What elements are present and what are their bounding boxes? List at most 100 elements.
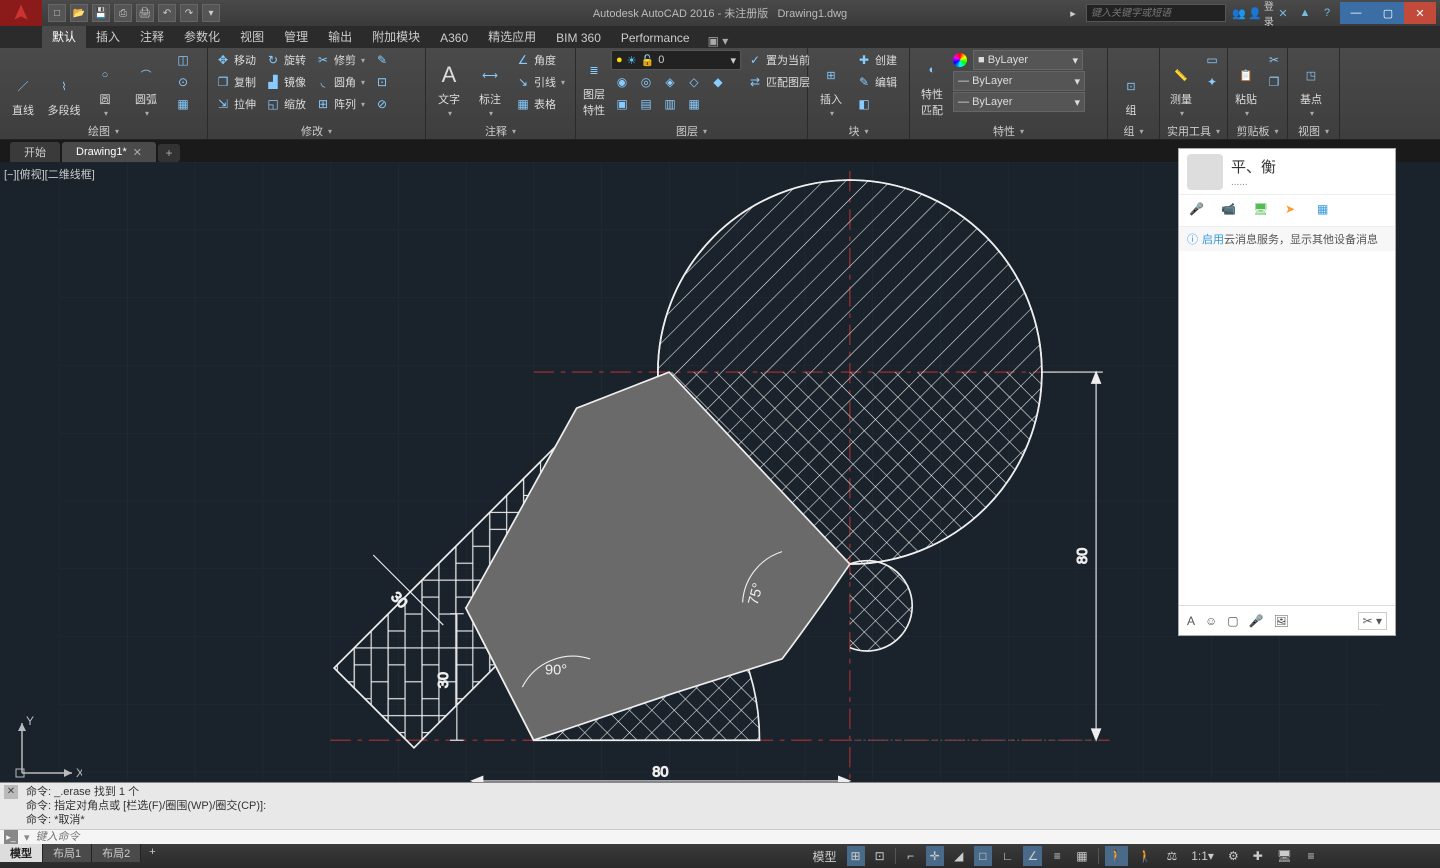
cmd-prompt-icon[interactable]: ▸_ <box>4 830 18 844</box>
layer-tool-9[interactable]: ▦ <box>683 94 705 114</box>
layer-tool-6[interactable]: ▣ <box>611 94 633 114</box>
gif-icon[interactable]: ▢ <box>1227 614 1238 628</box>
layer-tool-2[interactable]: ◎ <box>635 72 657 92</box>
panel-title-utils[interactable]: 实用工具▾ <box>1164 123 1223 139</box>
line-button[interactable]: ／直线 <box>4 50 42 118</box>
layout-tab-model[interactable]: 模型 <box>0 844 43 862</box>
qq-info-bar[interactable]: ⓘ 启用云消息服务，显示其他设备消息 <box>1179 227 1395 251</box>
status-monitor-icon[interactable]: 🖥 <box>1273 846 1296 866</box>
ribbon-tab-featured[interactable]: 精选应用 <box>478 25 546 48</box>
cmd-chevron-icon[interactable]: ▾ <box>24 831 30 844</box>
qq-chat-panel[interactable]: 平、衡 ...... 🎤 📹 🖥 ➤ ▦ ⓘ 启用云消息服务，显示其他设备消息 … <box>1178 148 1396 636</box>
qq-message-area[interactable] <box>1179 251 1395 605</box>
app-menu-button[interactable] <box>0 0 42 26</box>
layout-tab-2[interactable]: 布局2 <box>92 844 141 862</box>
table-button[interactable]: ▦表格 <box>512 94 568 114</box>
voice-icon[interactable]: 🎤 <box>1249 614 1264 628</box>
panel-title-clip[interactable]: 剪贴板▾ <box>1232 123 1283 139</box>
file-tab-drawing1[interactable]: Drawing1*✕ <box>62 142 156 162</box>
cmd-close-icon[interactable]: ✕ <box>4 785 18 799</box>
draw-flyout2[interactable]: ⊙ <box>172 72 194 92</box>
modify-extra1[interactable]: ✎ <box>371 50 393 70</box>
draw-flyout3[interactable]: ▦ <box>172 94 194 114</box>
status-3dosnap-icon[interactable]: ∟ <box>998 846 1018 866</box>
qat-save-icon[interactable]: 💾 <box>92 4 110 22</box>
layout-tab-1[interactable]: 布局1 <box>43 844 92 862</box>
dimangular-button[interactable]: ∠角度 <box>512 50 568 70</box>
util-1[interactable]: ▭ <box>1201 50 1223 70</box>
draw-flyout1[interactable]: ◫ <box>172 50 194 70</box>
exchange-icon[interactable]: ✕ <box>1274 4 1292 22</box>
layer-tool-5[interactable]: ◆ <box>707 72 729 92</box>
layer-tool-8[interactable]: ▥ <box>659 94 681 114</box>
ribbon-tab-bim360[interactable]: BIM 360 <box>546 28 611 48</box>
layer-tool-4[interactable]: ◇ <box>683 72 705 92</box>
trim-button[interactable]: ✂修剪▾ <box>312 50 368 70</box>
status-grid-icon[interactable]: ⊞ <box>847 846 865 866</box>
emoji-icon[interactable]: ☺ <box>1205 614 1217 628</box>
edit-block-button[interactable]: ✎编辑 <box>853 72 900 92</box>
modify-extra2[interactable]: ⊡ <box>371 72 393 92</box>
ribbon-collapse-icon[interactable]: ▣ ▾ <box>708 34 729 48</box>
ribbon-tab-annotate[interactable]: 注释 <box>130 25 174 48</box>
signin-button[interactable]: 👤登录 <box>1252 4 1270 22</box>
status-transparency-icon[interactable]: ▦ <box>1072 846 1091 866</box>
command-window[interactable]: ✕ 命令: _.erase 找到 1 个 命令: 指定对角点或 [栏选(F)/圈… <box>0 782 1440 844</box>
stretch-button[interactable]: ⇲拉伸 <box>212 94 259 114</box>
status-iso-icon[interactable]: ◢ <box>950 846 968 866</box>
polyline-button[interactable]: ⌇多段线 <box>45 50 83 118</box>
help-icon[interactable]: ? <box>1318 4 1336 22</box>
util-2[interactable]: ✦ <box>1201 72 1223 92</box>
file-tab-start[interactable]: 开始 <box>10 142 60 162</box>
layer-properties-button[interactable]: ≣图层 特性 <box>580 50 608 118</box>
leader-button[interactable]: ↘引线▾ <box>512 72 568 92</box>
qat-plot-icon[interactable]: 🖨 <box>136 4 154 22</box>
panel-title-layer[interactable]: 图层▾ <box>580 123 803 139</box>
status-osnap-icon[interactable]: □ <box>974 846 992 866</box>
status-walk-icon[interactable]: 🚶 <box>1105 846 1128 866</box>
status-scale[interactable]: 1:1 ▾ <box>1187 846 1218 866</box>
group-button[interactable]: ⊡组 <box>1112 50 1150 118</box>
panel-title-group[interactable]: 组▾ <box>1112 123 1155 139</box>
panel-title-view[interactable]: 视图▾ <box>1292 123 1335 139</box>
app-icon[interactable]: ▦ <box>1317 202 1335 220</box>
qat-open-icon[interactable]: 📂 <box>70 4 88 22</box>
linetype-combo[interactable]: — ByLayer▾ <box>953 92 1085 112</box>
mic-icon[interactable]: 🎤 <box>1189 202 1207 220</box>
file-tab-add-button[interactable]: + <box>158 144 180 162</box>
ribbon-tab-home[interactable]: 默认 <box>42 25 86 48</box>
layer-tool-3[interactable]: ◈ <box>659 72 681 92</box>
ribbon-tab-a360[interactable]: A360 <box>430 28 478 48</box>
panel-title-draw[interactable]: 绘图▾ <box>4 123 203 139</box>
ribbon-tab-performance[interactable]: Performance <box>611 28 700 48</box>
cut-button[interactable]: ✂ <box>1263 50 1285 70</box>
basepoint-button[interactable]: ◳基点▾ <box>1292 50 1330 118</box>
paste-button[interactable]: 📋粘贴▾ <box>1232 50 1260 118</box>
a360-icon[interactable]: ▲ <box>1296 4 1314 22</box>
status-ortho-icon[interactable]: ⌐ <box>902 846 920 866</box>
move-button[interactable]: ✥移动 <box>212 50 259 70</box>
panel-title-props[interactable]: 特性▾ <box>914 123 1103 139</box>
color-swatch[interactable] <box>953 50 971 70</box>
insert-block-button[interactable]: ⊞插入▾ <box>812 50 850 118</box>
window-maximize-button[interactable]: ▢ <box>1372 2 1404 24</box>
status-lwt-icon[interactable]: ≡ <box>1048 846 1066 866</box>
status-annoscale-icon[interactable]: ⚖ <box>1162 846 1181 866</box>
layout-add-button[interactable]: + <box>141 844 163 860</box>
qat-saveas-icon[interactable]: ⎙ <box>114 4 132 22</box>
make-current-button[interactable]: ✓置为当前 <box>744 50 813 70</box>
array-button[interactable]: ⊞阵列▾ <box>312 94 368 114</box>
copy-clip-button[interactable]: ❐ <box>1263 72 1285 92</box>
status-gear-icon[interactable]: ⚙ <box>1224 846 1243 866</box>
lineweight-combo[interactable]: — ByLayer▾ <box>953 71 1085 91</box>
qat-undo-icon[interactable]: ↶ <box>158 4 176 22</box>
ribbon-tab-output[interactable]: 输出 <box>318 25 362 48</box>
measure-button[interactable]: 📏测量▾ <box>1164 50 1198 118</box>
layer-tool-7[interactable]: ▤ <box>635 94 657 114</box>
mirror-button[interactable]: ▟镜像 <box>262 72 309 92</box>
video-icon[interactable]: 📹 <box>1221 202 1239 220</box>
status-custom-icon[interactable]: ≡ <box>1302 846 1320 866</box>
panel-title-annotate[interactable]: 注释▾ <box>430 123 571 139</box>
status-model[interactable]: 模型 <box>808 846 840 866</box>
layer-dropdown[interactable]: ● ☀ 🔓 0 ▾ <box>611 50 741 70</box>
